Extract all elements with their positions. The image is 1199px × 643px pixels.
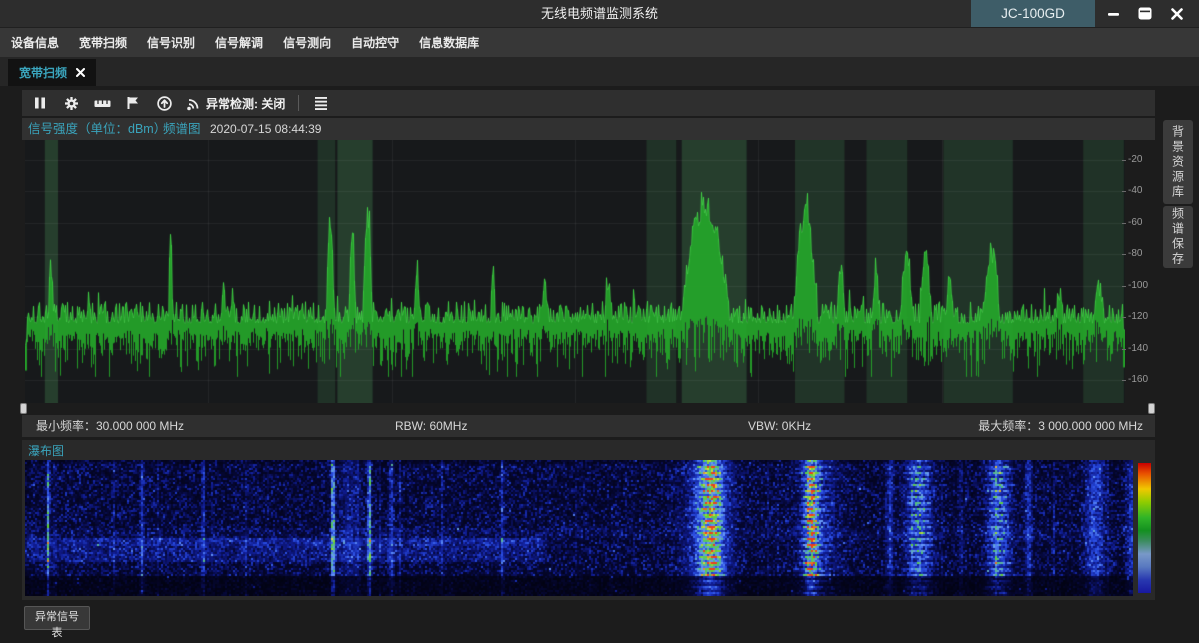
menu-item-2[interactable]: 宽带扫频	[72, 34, 134, 51]
upload-button[interactable]	[155, 94, 173, 112]
waterfall-colorbar	[1138, 463, 1151, 593]
y-axis-tick-label: -100	[1128, 280, 1158, 291]
menu-item-6[interactable]: 自动控守	[344, 34, 406, 51]
menu-item-4[interactable]: 信号解调	[208, 34, 270, 51]
rbw-label: RBW: 60MHz	[395, 415, 467, 437]
vbw-label: VBW: 0KHz	[748, 415, 811, 437]
frequency-status-bar: 最小频率：30.000 000 MHz RBW: 60MHz VBW: 0KHz…	[22, 415, 1155, 437]
tab-close-icon[interactable]	[76, 68, 85, 77]
waterfall-canvas[interactable]	[25, 460, 1133, 596]
waterfall-title: 瀑布图	[28, 442, 64, 459]
spectrum-save-button[interactable]: 频谱保存	[1163, 206, 1193, 268]
flag-icon	[126, 96, 140, 110]
y-axis-tick-label: -160	[1128, 374, 1158, 385]
abnormal-signal-table-button[interactable]: 异常信号表	[24, 606, 90, 630]
tab-strip: 宽带扫频	[0, 57, 1199, 86]
pause-icon	[33, 96, 47, 110]
circle-up-arrow-icon	[157, 96, 172, 111]
signal-icon	[186, 96, 201, 111]
waterfall-panel: 瀑布图	[22, 440, 1155, 600]
background-resource-library-button[interactable]: 背景资源库	[1163, 120, 1193, 204]
menu-item-3[interactable]: 信号识别	[140, 34, 202, 51]
measure-button[interactable]	[93, 94, 111, 112]
menu-item-7[interactable]: 信息数据库	[412, 34, 486, 51]
close-button[interactable]	[1164, 0, 1190, 27]
menu-bar: 设备信息宽带扫频信号识别信号解调信号测向自动控守信息数据库	[0, 27, 1199, 57]
anomaly-detection-label: 异常检测: 关闭	[206, 95, 285, 112]
marker-button[interactable]	[124, 94, 142, 112]
freq-range-slider-right-handle[interactable]	[1148, 403, 1155, 414]
tab-label: 宽带扫频	[19, 64, 67, 81]
list-menu-button[interactable]	[312, 94, 330, 112]
tab-broadband-scan[interactable]: 宽带扫频	[8, 59, 96, 86]
minimize-icon	[1107, 7, 1120, 20]
menu-item-1[interactable]: 设备信息	[4, 34, 66, 51]
settings-button[interactable]	[62, 94, 80, 112]
menu-item-5[interactable]: 信号测向	[276, 34, 338, 51]
title-bar: 无线电频谱监测系统 JC-100GD	[0, 0, 1199, 27]
menu-lines-icon	[314, 96, 328, 110]
spectrum-subtitle: 频谱图	[163, 118, 201, 140]
toolbar-separator	[298, 95, 299, 111]
y-axis-tick-label: -120	[1128, 311, 1158, 322]
ruler-icon	[94, 97, 111, 110]
y-axis-tick-label: -60	[1128, 217, 1158, 228]
toolbar: 异常检测: 关闭	[22, 90, 1155, 116]
y-axis-tick-label: -80	[1128, 248, 1158, 259]
gear-icon	[64, 96, 79, 111]
device-model-badge: JC-100GD	[971, 0, 1095, 27]
maximize-icon	[1138, 7, 1152, 20]
spectrum-canvas[interactable]	[25, 140, 1125, 403]
y-axis-tick-label: -40	[1128, 185, 1158, 196]
spectrum-timestamp: 2020-07-15 08:44:39	[210, 118, 321, 140]
freq-range-slider-left-handle[interactable]	[20, 403, 27, 414]
maximize-button[interactable]	[1132, 0, 1158, 27]
y-axis-tick-label: -140	[1128, 343, 1158, 354]
min-frequency-label: 最小频率：30.000 000 MHz	[36, 415, 184, 437]
spectrum-header: 信号强度（单位：dBm） 频谱图 2020-07-15 08:44:39	[22, 118, 1155, 140]
pause-button[interactable]	[31, 94, 49, 112]
max-frequency-label: 最大频率：3 000.000 000 MHz	[978, 415, 1143, 437]
close-icon	[1171, 8, 1183, 20]
spectrum-title: 信号强度（单位：dBm）	[28, 118, 166, 140]
anomaly-detection-toggle[interactable]: 异常检测: 关闭	[186, 95, 285, 112]
y-axis-tick-label: -20	[1128, 154, 1158, 165]
minimize-button[interactable]	[1100, 0, 1126, 27]
